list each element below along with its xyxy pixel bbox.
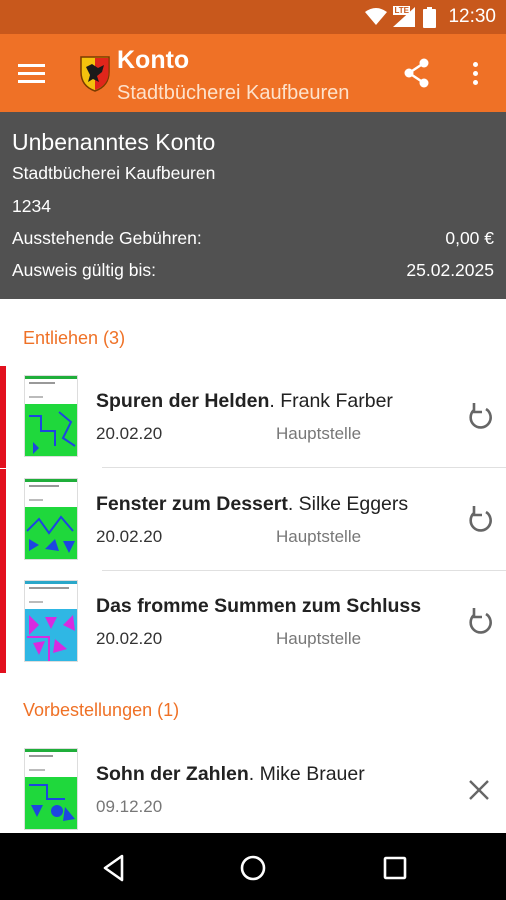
renew-icon[interactable] — [462, 605, 496, 639]
fees-label: Ausstehende Gebühren: — [12, 228, 202, 248]
book-cover — [24, 580, 78, 662]
card-validity-row: Ausweis gültig bis: 25.02.2025 — [12, 260, 494, 281]
book-cover — [24, 478, 78, 560]
overdue-marker — [0, 366, 6, 468]
section-header-lent: Entliehen (3) — [23, 328, 126, 348]
network-type-label: LTE — [393, 6, 410, 15]
overflow-menu-icon[interactable] — [462, 56, 488, 90]
account-name: Unbenanntes Konto — [12, 129, 216, 155]
item-due-date: 20.02.20 — [96, 424, 163, 443]
item-date: 09.12.20 — [96, 797, 163, 816]
section-header-reservations: Vorbestellungen (1) — [23, 700, 180, 720]
app-toolbar: Konto Stadtbücherei Kaufbeuren — [0, 34, 506, 112]
lent-item[interactable]: Spuren der Helden. Frank Farber 20.02.20… — [0, 366, 506, 468]
toolbar-title: Konto — [117, 46, 190, 74]
fees-value: 0,00 € — [445, 228, 494, 248]
screen: LTE 12:30 Konto Stadtbücherei Kaufbeuren — [0, 0, 506, 900]
overdue-marker — [0, 571, 6, 673]
item-title: Fenster zum Dessert. Silke Eggers — [96, 493, 409, 515]
account-number: 1234 — [12, 196, 51, 216]
lte-indicator: LTE — [393, 6, 417, 28]
card-validity-value: 25.02.2025 — [406, 260, 494, 280]
home-icon[interactable] — [236, 851, 270, 885]
overdue-marker — [0, 469, 6, 571]
renew-icon[interactable] — [462, 503, 496, 537]
status-bar: LTE 12:30 — [0, 0, 506, 34]
item-branch: Hauptstelle — [276, 629, 362, 648]
item-due-date: 20.02.20 — [96, 629, 163, 648]
item-due-date: 20.02.20 — [96, 527, 163, 546]
fees-row: Ausstehende Gebühren: 0,00 € — [12, 228, 494, 249]
card-validity-label: Ausweis gültig bis: — [12, 260, 156, 280]
lent-item[interactable]: Das fromme Summen zum Schluss 20.02.20 H… — [0, 571, 506, 673]
book-cover — [24, 748, 78, 830]
divider — [102, 467, 506, 468]
share-icon[interactable] — [400, 56, 434, 90]
book-cover — [24, 375, 78, 457]
renew-icon[interactable] — [462, 400, 496, 434]
menu-icon[interactable] — [18, 56, 58, 90]
system-nav-bar — [0, 833, 506, 900]
reservation-item[interactable]: Sohn der Zahlen. Mike Brauer 09.12.20 — [0, 739, 506, 841]
item-title: Sohn der Zahlen. Mike Brauer — [96, 763, 365, 785]
account-library: Stadtbücherei Kaufbeuren — [12, 163, 216, 183]
city-crest-icon — [80, 56, 110, 92]
toolbar-subtitle: Stadtbücherei Kaufbeuren — [117, 82, 350, 104]
back-icon[interactable] — [98, 851, 132, 885]
item-title: Das fromme Summen zum Schluss — [96, 595, 422, 617]
battery-icon — [423, 6, 437, 28]
status-time: 12:30 — [448, 6, 496, 27]
item-title: Spuren der Helden. Frank Farber — [96, 390, 393, 412]
account-summary: Unbenanntes Konto Stadtbücherei Kaufbeur… — [0, 112, 506, 299]
wifi-icon — [365, 8, 388, 25]
item-branch: Hauptstelle — [276, 424, 362, 443]
recents-icon[interactable] — [378, 851, 412, 885]
item-branch: Hauptstelle — [276, 527, 362, 546]
lent-item[interactable]: Fenster zum Dessert. Silke Eggers 20.02.… — [0, 469, 506, 571]
close-icon[interactable] — [462, 773, 496, 807]
